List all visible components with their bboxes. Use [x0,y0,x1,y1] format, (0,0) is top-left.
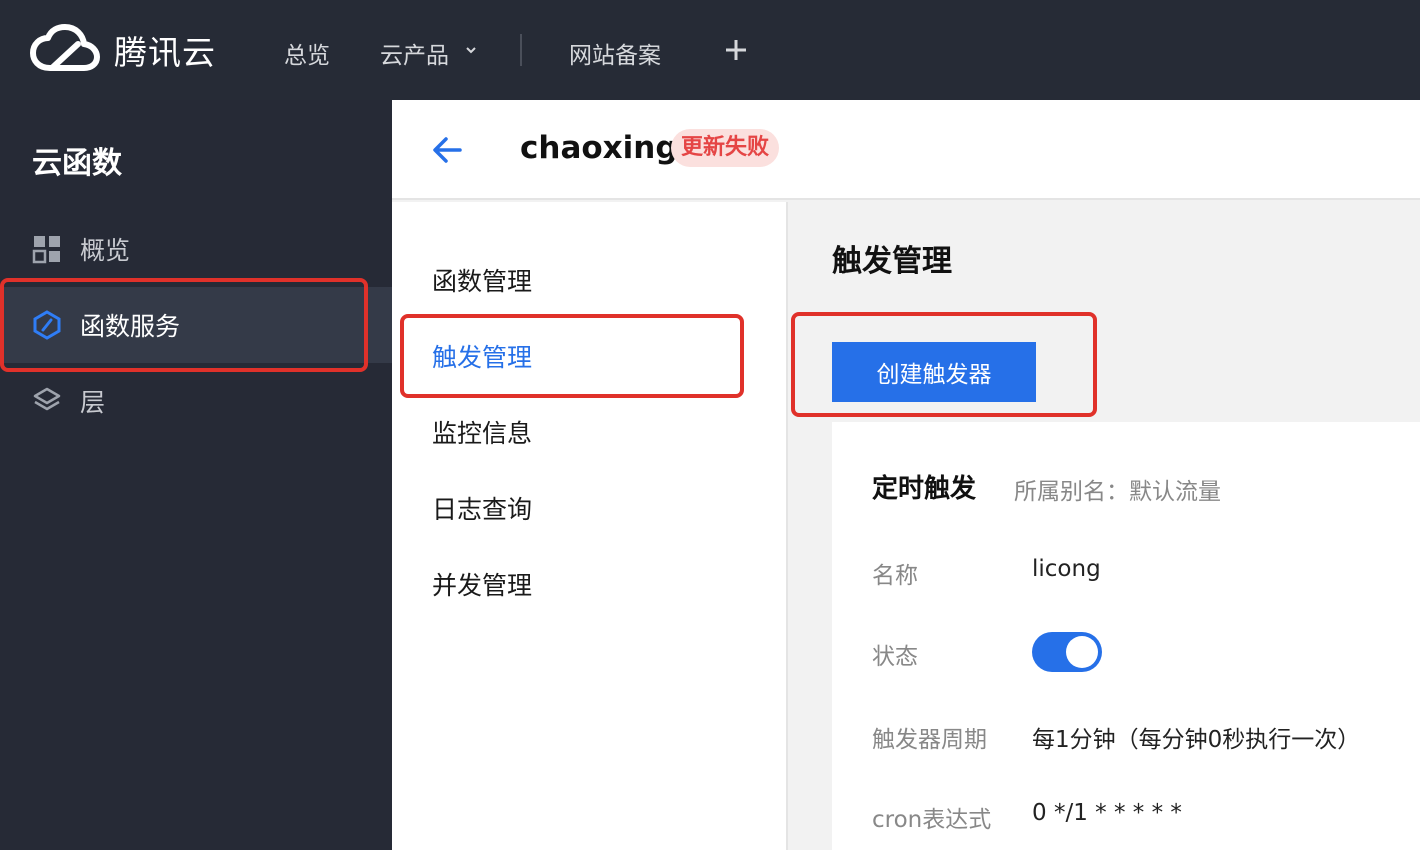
trigger-alias: 所属别名：默认流量 [1014,479,1221,505]
toggle-knob [1066,636,1098,668]
function-icon [33,310,61,340]
status-badge: 更新失败 [671,129,780,167]
create-trigger-button[interactable]: 创建触发器 [832,342,1036,402]
status-toggle[interactable] [1032,632,1102,672]
field-label-period: 触发器周期 [872,727,987,753]
plus-icon[interactable] [724,38,748,62]
sidebar-item-layers[interactable]: 层 [0,363,392,439]
field-label-cron: cron表达式 [872,807,992,833]
nav-overview[interactable]: 总览 [284,36,330,70]
brand-logo[interactable]: 腾讯云 [30,24,216,76]
chevron-down-icon[interactable] [465,44,477,56]
sidebar-item-overview[interactable]: 概览 [0,211,392,287]
field-value-name: licong [1032,556,1101,582]
field-value-period: 每1分钟（每分钟0秒执行一次） [1032,727,1361,753]
sidebar-item-label: 函数服务 [80,312,181,341]
nav-cloud-products[interactable]: 云产品 [380,36,449,70]
page-title: 触发管理 [832,244,952,279]
function-name: chaoxing [520,130,678,166]
sidebar-item-label: 概览 [80,236,131,265]
field-value-cron: 0 */1 * * * * * [1032,800,1182,826]
sidebar-item-label: 层 [80,388,106,417]
field-label-status: 状态 [872,644,918,670]
submenu-log-query[interactable]: 日志查询 [432,490,532,526]
brand-name: 腾讯云 [114,33,216,72]
grid-icon [32,236,60,264]
trigger-type-title: 定时触发 [872,474,977,504]
sidebar-item-function-service[interactable]: 函数服务 [0,287,392,363]
submenu-trigger-management[interactable]: 触发管理 [432,338,532,374]
top-navigation-bar: 腾讯云 总览 云产品 网站备案 [0,0,1420,100]
trigger-card: 定时触发 所属别名：默认流量 名称 licong 状态 触发器周期 每1分钟（每… [832,422,1420,850]
function-submenu: 函数管理 触发管理 监控信息 日志查询 并发管理 [392,202,788,850]
function-header: chaoxing 更新失败 [392,100,1420,200]
submenu-concurrency[interactable]: 并发管理 [432,566,532,602]
cloud-logo-icon [30,24,100,71]
arrow-left-icon[interactable] [432,136,462,164]
submenu-monitoring[interactable]: 监控信息 [432,414,532,450]
sidebar-title: 云函数 [32,146,122,181]
nav-icp-filing[interactable]: 网站备案 [569,36,661,70]
field-label-name: 名称 [872,563,918,589]
nav-divider [520,34,522,66]
left-sidebar: 云函数 概览 函数服务 层 [0,100,392,850]
layers-icon [33,387,61,411]
submenu-function-management[interactable]: 函数管理 [432,262,532,298]
